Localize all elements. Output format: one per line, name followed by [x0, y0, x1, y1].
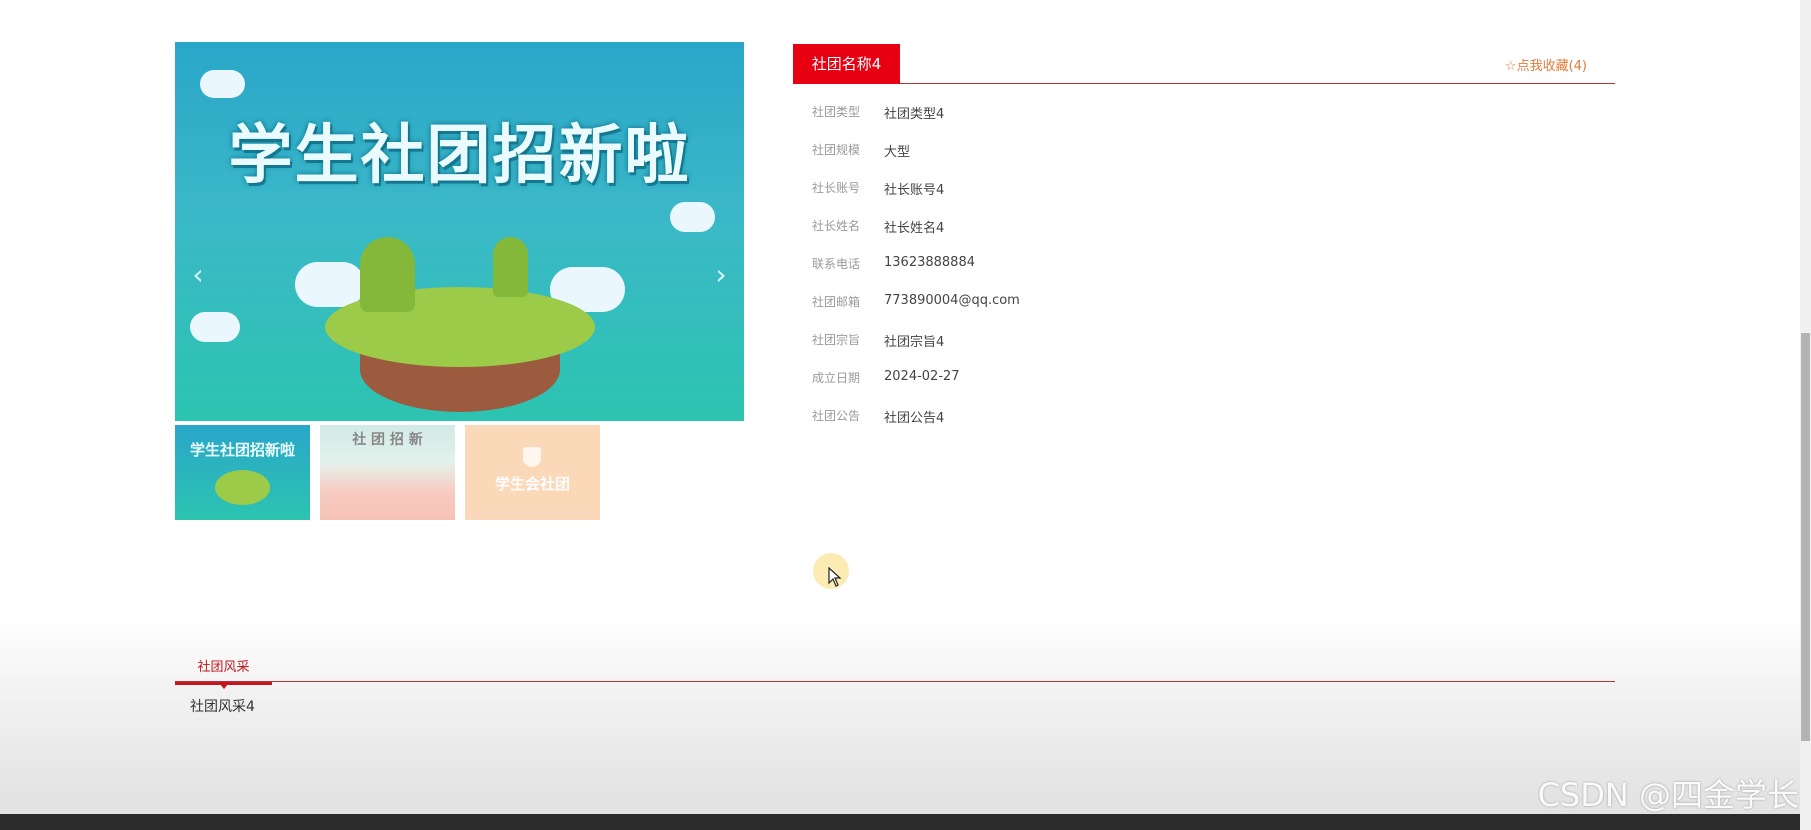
field-value: 社长账号4 — [884, 183, 945, 198]
field-label: 社团宗旨 — [812, 333, 861, 347]
thumbnail-text: 社 团 招 新 — [352, 432, 423, 448]
cloud-decoration — [190, 312, 240, 342]
taskbar — [0, 814, 1800, 830]
scrollbar-thumb[interactable] — [1801, 333, 1810, 741]
chevron-right-icon[interactable]: › — [706, 260, 736, 290]
tab-club-style[interactable]: 社团风采 — [175, 656, 272, 685]
field-label: 成立日期 — [812, 371, 861, 385]
field-label: 社团公告 — [812, 409, 861, 423]
thumbnail-text: 学生社团招新啦 — [189, 441, 295, 459]
club-title: 社团名称4 — [793, 44, 900, 84]
scrollbar[interactable] — [1800, 0, 1811, 830]
field-label: 社团规模 — [812, 143, 861, 157]
field-value: 社团公告4 — [884, 411, 945, 426]
field-label: 社团类型 — [812, 105, 861, 119]
field-label: 社团邮箱 — [812, 295, 861, 309]
shield-icon — [523, 447, 541, 467]
favorite-link[interactable]: ☆点我收藏(4) — [1505, 55, 1587, 74]
detail-header: 社团名称4 ☆点我收藏(4) — [793, 44, 1615, 84]
island-illustration — [215, 470, 270, 505]
island-illustration — [493, 237, 528, 297]
field-value: 13623888884 — [884, 255, 975, 270]
field-value: 773890004@qq.com — [884, 293, 1020, 308]
cloud-decoration — [295, 262, 365, 307]
field-label: 社长姓名 — [812, 219, 861, 233]
carousel-headline: 学生社团招新啦 — [228, 119, 691, 193]
field-value: 社团宗旨4 — [884, 335, 945, 350]
field-value: 社长姓名4 — [884, 221, 945, 236]
cloud-decoration — [670, 202, 715, 232]
tabs-divider — [175, 681, 1615, 682]
thumbnail-1[interactable]: 学生社团招新啦 — [175, 425, 310, 520]
field-value: 2024-02-27 — [884, 369, 960, 384]
tab-content: 社团风采4 — [190, 699, 255, 715]
image-carousel[interactable]: 学生社团招新啦 ‹ › — [175, 42, 744, 421]
tab-caret-icon — [220, 684, 228, 689]
thumbnail-3[interactable]: 学生会社团 — [465, 425, 600, 520]
field-value: 社团类型4 — [884, 107, 945, 122]
club-detail-panel: 社团名称4 ☆点我收藏(4) 社团类型 社团类型4 社团规模 大型 社长账号 社… — [793, 44, 1615, 426]
field-value: 大型 — [884, 145, 911, 160]
watermark: CSDN @四金学长 — [1537, 776, 1799, 814]
thumbnail-2[interactable]: 社 团 招 新 — [320, 425, 455, 520]
field-label: 联系电话 — [812, 257, 861, 271]
chevron-left-icon[interactable]: ‹ — [183, 260, 213, 290]
cursor-icon — [828, 567, 842, 587]
island-illustration — [360, 237, 415, 312]
field-label: 社长账号 — [812, 181, 861, 195]
cloud-decoration — [200, 70, 245, 98]
thumbnail-text: 学生会社团 — [494, 475, 570, 493]
